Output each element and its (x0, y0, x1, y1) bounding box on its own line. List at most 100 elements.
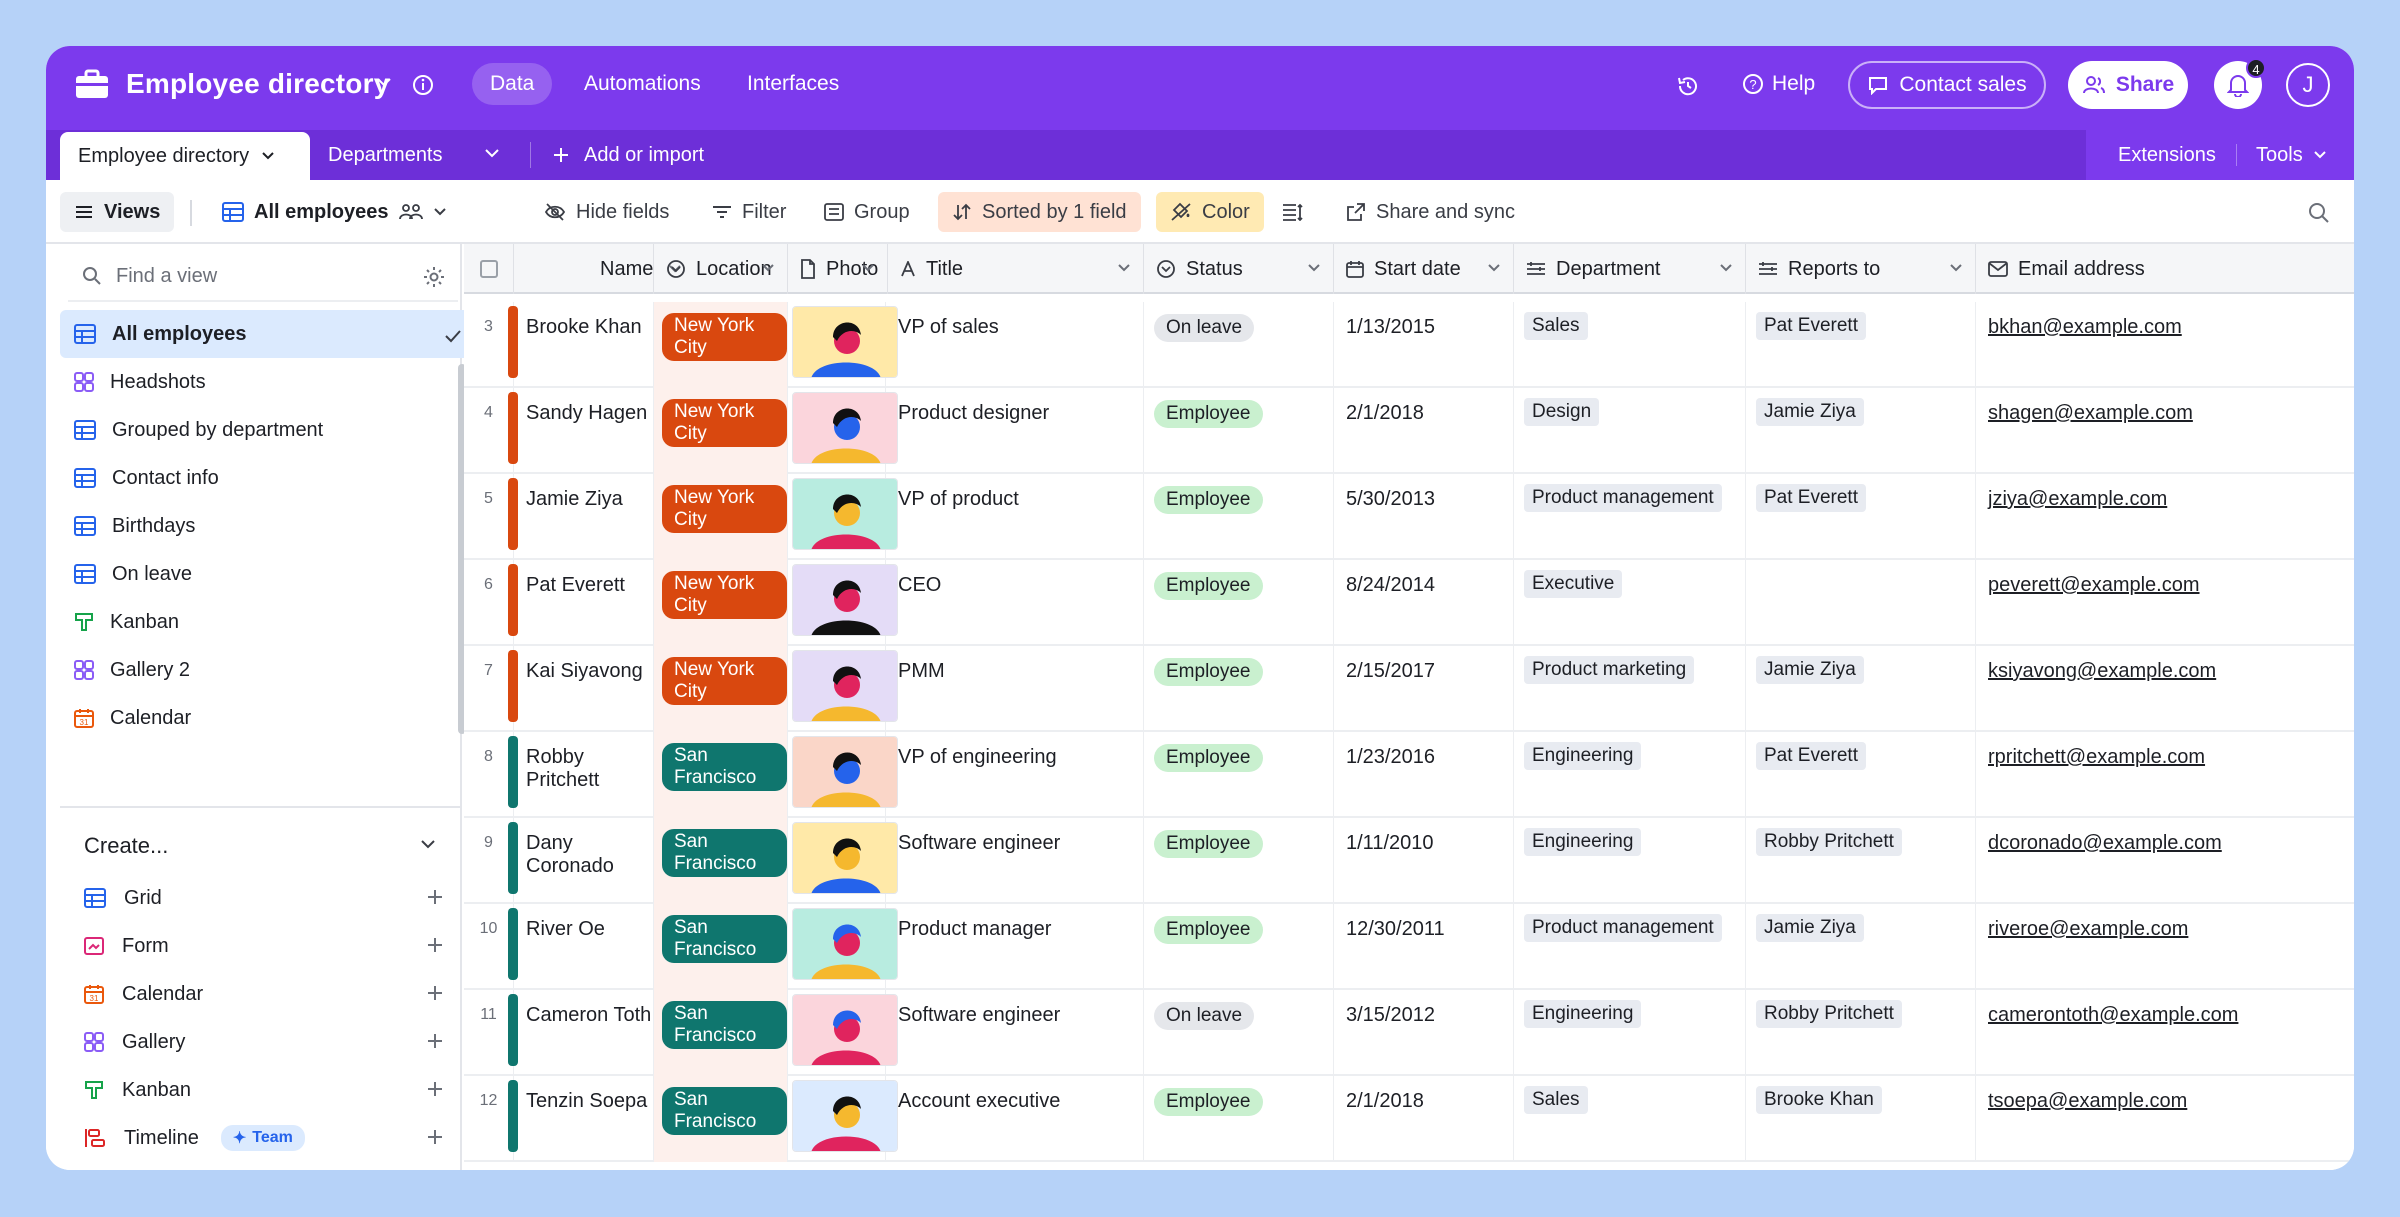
column-header-status[interactable]: Status (1144, 244, 1334, 294)
cell-status[interactable]: Employee (1144, 474, 1334, 560)
chevron-down-icon[interactable] (484, 147, 500, 159)
create-timeline-view[interactable]: Timeline ✦ Team (84, 1116, 472, 1160)
nav-interfaces[interactable]: Interfaces (729, 63, 857, 105)
cell-location[interactable]: San Francisco (654, 1076, 788, 1162)
table-row[interactable]: 8 Robby Pritchett San Francisco VP of engin… (464, 732, 2354, 818)
cell-name[interactable]: Sandy Hagen (526, 388, 654, 474)
cell-name[interactable]: Kai Siyavong (526, 646, 654, 732)
cell-status[interactable]: Employee (1144, 388, 1334, 474)
sidebar-view-grouped-by-department[interactable]: Grouped by department (60, 406, 480, 454)
cell-department[interactable]: Sales (1514, 1076, 1746, 1162)
sidebar-view-contact-info[interactable]: Contact info (60, 454, 480, 502)
sort-button[interactable]: Sorted by 1 field (938, 192, 1141, 232)
cell-name[interactable]: Pat Everett (526, 560, 654, 646)
color-button[interactable]: Color (1156, 192, 1264, 232)
sidebar-view-kanban[interactable]: Kanban (60, 598, 480, 646)
nav-data[interactable]: Data (472, 63, 553, 105)
cell-reports-to[interactable] (1746, 560, 1976, 646)
column-header-start-date[interactable]: Start date (1334, 244, 1514, 294)
photo-thumbnail[interactable] (792, 1080, 898, 1152)
cell-name[interactable]: Jamie Ziya (526, 474, 654, 560)
plus-icon[interactable] (426, 984, 444, 1008)
extensions-button[interactable]: Extensions (2118, 130, 2216, 180)
create-grid-view[interactable]: Grid (84, 876, 472, 920)
cell-name[interactable]: Cameron Toth (526, 990, 654, 1076)
cell-reports-to[interactable]: Robby Pritchett (1746, 818, 1976, 904)
contact-sales-button[interactable]: Contact sales (1848, 61, 2046, 109)
column-header-reports-to[interactable]: Reports to (1746, 244, 1976, 294)
cell-name[interactable]: River Oe (526, 904, 654, 990)
cell-department[interactable]: Design (1514, 388, 1746, 474)
cell-status[interactable]: Employee (1144, 818, 1334, 904)
cell-reports-to[interactable]: Jamie Ziya (1746, 646, 1976, 732)
cell-department[interactable]: Executive (1514, 560, 1746, 646)
cell-status[interactable]: Employee (1144, 732, 1334, 818)
cell-location[interactable]: New York City (654, 302, 788, 388)
share-button[interactable]: Share (2068, 61, 2188, 109)
cell-location[interactable]: San Francisco (654, 990, 788, 1076)
cell-title[interactable]: Software engineer (888, 990, 1144, 1076)
cell-title[interactable]: VP of engineering (888, 732, 1144, 818)
group-button[interactable]: Group (810, 192, 924, 232)
cell-email[interactable]: riveroe@example.com (1976, 904, 2354, 990)
gear-icon[interactable] (422, 265, 446, 289)
cell-location[interactable]: New York City (654, 388, 788, 474)
base-title[interactable]: Employee directory (126, 68, 389, 100)
cell-department[interactable]: Product management (1514, 474, 1746, 560)
find-view-search[interactable]: Find a view (68, 252, 458, 302)
tab-departments[interactable]: Departments (328, 130, 443, 180)
cell-title[interactable]: VP of sales (888, 302, 1144, 388)
cell-department[interactable]: Product marketing (1514, 646, 1746, 732)
hide-fields-button[interactable]: Hide fields (530, 192, 683, 232)
table-row[interactable]: 10 River Oe San Francisco Product manager Em… (464, 904, 2354, 990)
cell-location[interactable]: San Francisco (654, 904, 788, 990)
cell-reports-to[interactable]: Pat Everett (1746, 302, 1976, 388)
cell-status[interactable]: Employee (1144, 646, 1334, 732)
column-header-photo[interactable]: Photo (788, 244, 888, 294)
cell-start-date[interactable]: 8/24/2014 (1334, 560, 1514, 646)
plus-icon[interactable] (426, 1032, 444, 1056)
photo-thumbnail[interactable] (792, 736, 898, 808)
cell-status[interactable]: On leave (1144, 302, 1334, 388)
photo-thumbnail[interactable] (792, 564, 898, 636)
sidebar-view-headshots[interactable]: Headshots (60, 358, 480, 406)
cell-title[interactable]: Account executive (888, 1076, 1144, 1162)
cell-name[interactable]: Tenzin Soepa (526, 1076, 654, 1162)
sidebar-view-on-leave[interactable]: On leave (60, 550, 480, 598)
cell-email[interactable]: shagen@example.com (1976, 388, 2354, 474)
current-view-button[interactable]: All employees (208, 192, 461, 232)
cell-photo[interactable] (788, 302, 898, 388)
search-icon[interactable] (2308, 202, 2330, 224)
select-all-checkbox[interactable] (480, 260, 498, 278)
cell-photo[interactable] (788, 646, 898, 732)
cell-department[interactable]: Product management (1514, 904, 1746, 990)
filter-button[interactable]: Filter (698, 192, 800, 232)
cell-title[interactable]: PMM (888, 646, 1144, 732)
cell-photo[interactable] (788, 388, 898, 474)
share-and-sync-button[interactable]: Share and sync (1332, 192, 1529, 232)
cell-reports-to[interactable]: Jamie Ziya (1746, 388, 1976, 474)
cell-photo[interactable] (788, 474, 898, 560)
photo-thumbnail[interactable] (792, 908, 898, 980)
chevron-down-icon[interactable] (376, 76, 392, 88)
cell-status[interactable]: On leave (1144, 990, 1334, 1076)
sidebar-view-gallery-2[interactable]: Gallery 2 (60, 646, 480, 694)
sidebar-view-birthdays[interactable]: Birthdays (60, 502, 480, 550)
cell-start-date[interactable]: 1/11/2010 (1334, 818, 1514, 904)
cell-start-date[interactable]: 5/30/2013 (1334, 474, 1514, 560)
column-header-department[interactable]: Department (1514, 244, 1746, 294)
cell-photo[interactable] (788, 732, 898, 818)
cell-start-date[interactable]: 12/30/2011 (1334, 904, 1514, 990)
cell-location[interactable]: New York City (654, 474, 788, 560)
chevron-down-icon[interactable] (261, 151, 275, 161)
cell-email[interactable]: bkhan@example.com (1976, 302, 2354, 388)
table-row[interactable]: 3 Brooke Khan New York City VP of sales On l… (464, 302, 2354, 388)
cell-email[interactable]: tsoepa@example.com (1976, 1076, 2354, 1162)
cell-status[interactable]: Employee (1144, 560, 1334, 646)
cell-department[interactable]: Sales (1514, 302, 1746, 388)
create-gallery-view[interactable]: Gallery (84, 1020, 472, 1064)
history-icon[interactable] (1676, 74, 1700, 98)
cell-location[interactable]: New York City (654, 560, 788, 646)
table-row[interactable]: 7 Kai Siyavong New York City PMM Employee 2/1… (464, 646, 2354, 732)
cell-email[interactable]: dcoronado@example.com (1976, 818, 2354, 904)
